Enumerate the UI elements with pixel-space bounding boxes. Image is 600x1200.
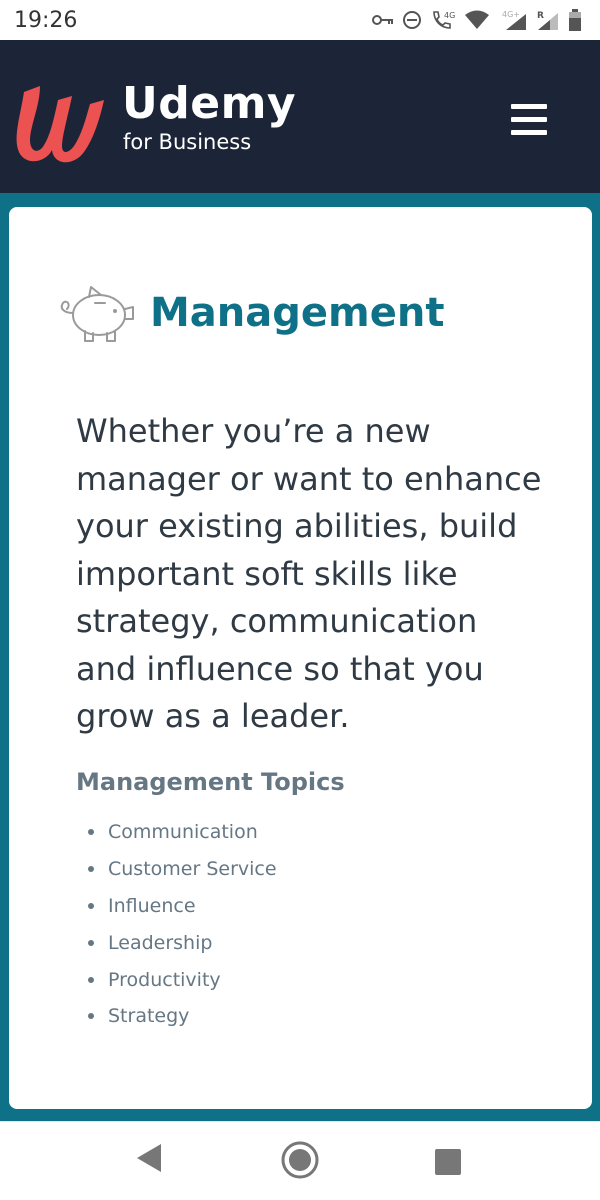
bullet-icon — [88, 939, 94, 946]
bullet-icon — [88, 866, 94, 873]
topic-link-productivity[interactable]: Productivity — [108, 969, 221, 991]
site-header: Udemy for Business — [0, 40, 600, 193]
network-label-2: 4G+ — [502, 10, 520, 19]
list-item: Influence — [88, 888, 277, 925]
piggy-bank-icon — [55, 275, 139, 352]
logo-title[interactable]: Udemy — [122, 78, 296, 129]
bullet-icon — [88, 1013, 94, 1020]
topic-link-leadership[interactable]: Leadership — [108, 932, 212, 954]
card-title: Management — [150, 290, 445, 336]
bullet-icon — [88, 829, 94, 836]
system-nav-bar — [0, 1121, 600, 1200]
do-not-disturb-icon — [403, 11, 421, 29]
signal-4g-icon: 4G+ — [502, 10, 526, 30]
topic-link-customer-service[interactable]: Customer Service — [108, 858, 277, 880]
topics-list: Communication Customer Service Influence… — [88, 814, 277, 1035]
list-item: Customer Service — [88, 851, 277, 888]
wifi-icon — [465, 10, 489, 29]
signal-roaming-icon: R — [537, 11, 558, 30]
battery-icon — [569, 9, 581, 31]
key-icon — [372, 15, 393, 25]
topic-link-communication[interactable]: Communication — [108, 821, 258, 843]
status-icons: 4G 4G+ R — [372, 9, 582, 31]
list-item: Strategy — [88, 998, 277, 1035]
udemy-logo-icon[interactable] — [10, 78, 110, 173]
back-icon[interactable] — [135, 1142, 163, 1179]
roaming-label: R — [537, 11, 544, 21]
list-item: Productivity — [88, 961, 277, 998]
topic-link-influence[interactable]: Influence — [108, 895, 196, 917]
topic-link-strategy[interactable]: Strategy — [108, 1005, 189, 1027]
recents-icon[interactable] — [434, 1148, 462, 1181]
bullet-icon — [88, 902, 94, 909]
hamburger-menu-icon[interactable] — [511, 102, 553, 138]
list-item: Communication — [88, 814, 277, 851]
status-bar: 19:26 4G 4G+ R — [0, 0, 600, 40]
bullet-icon — [88, 976, 94, 983]
home-icon[interactable] — [280, 1140, 320, 1185]
list-item: Leadership — [88, 924, 277, 961]
logo-subtitle: for Business — [123, 130, 252, 154]
volte-call-icon: 4G — [433, 11, 455, 29]
network-label: 4G — [444, 11, 455, 20]
card-description: Whether you’re a new manager or want to … — [76, 412, 542, 735]
topics-heading: Management Topics — [76, 768, 345, 796]
status-time: 19:26 — [14, 7, 78, 33]
